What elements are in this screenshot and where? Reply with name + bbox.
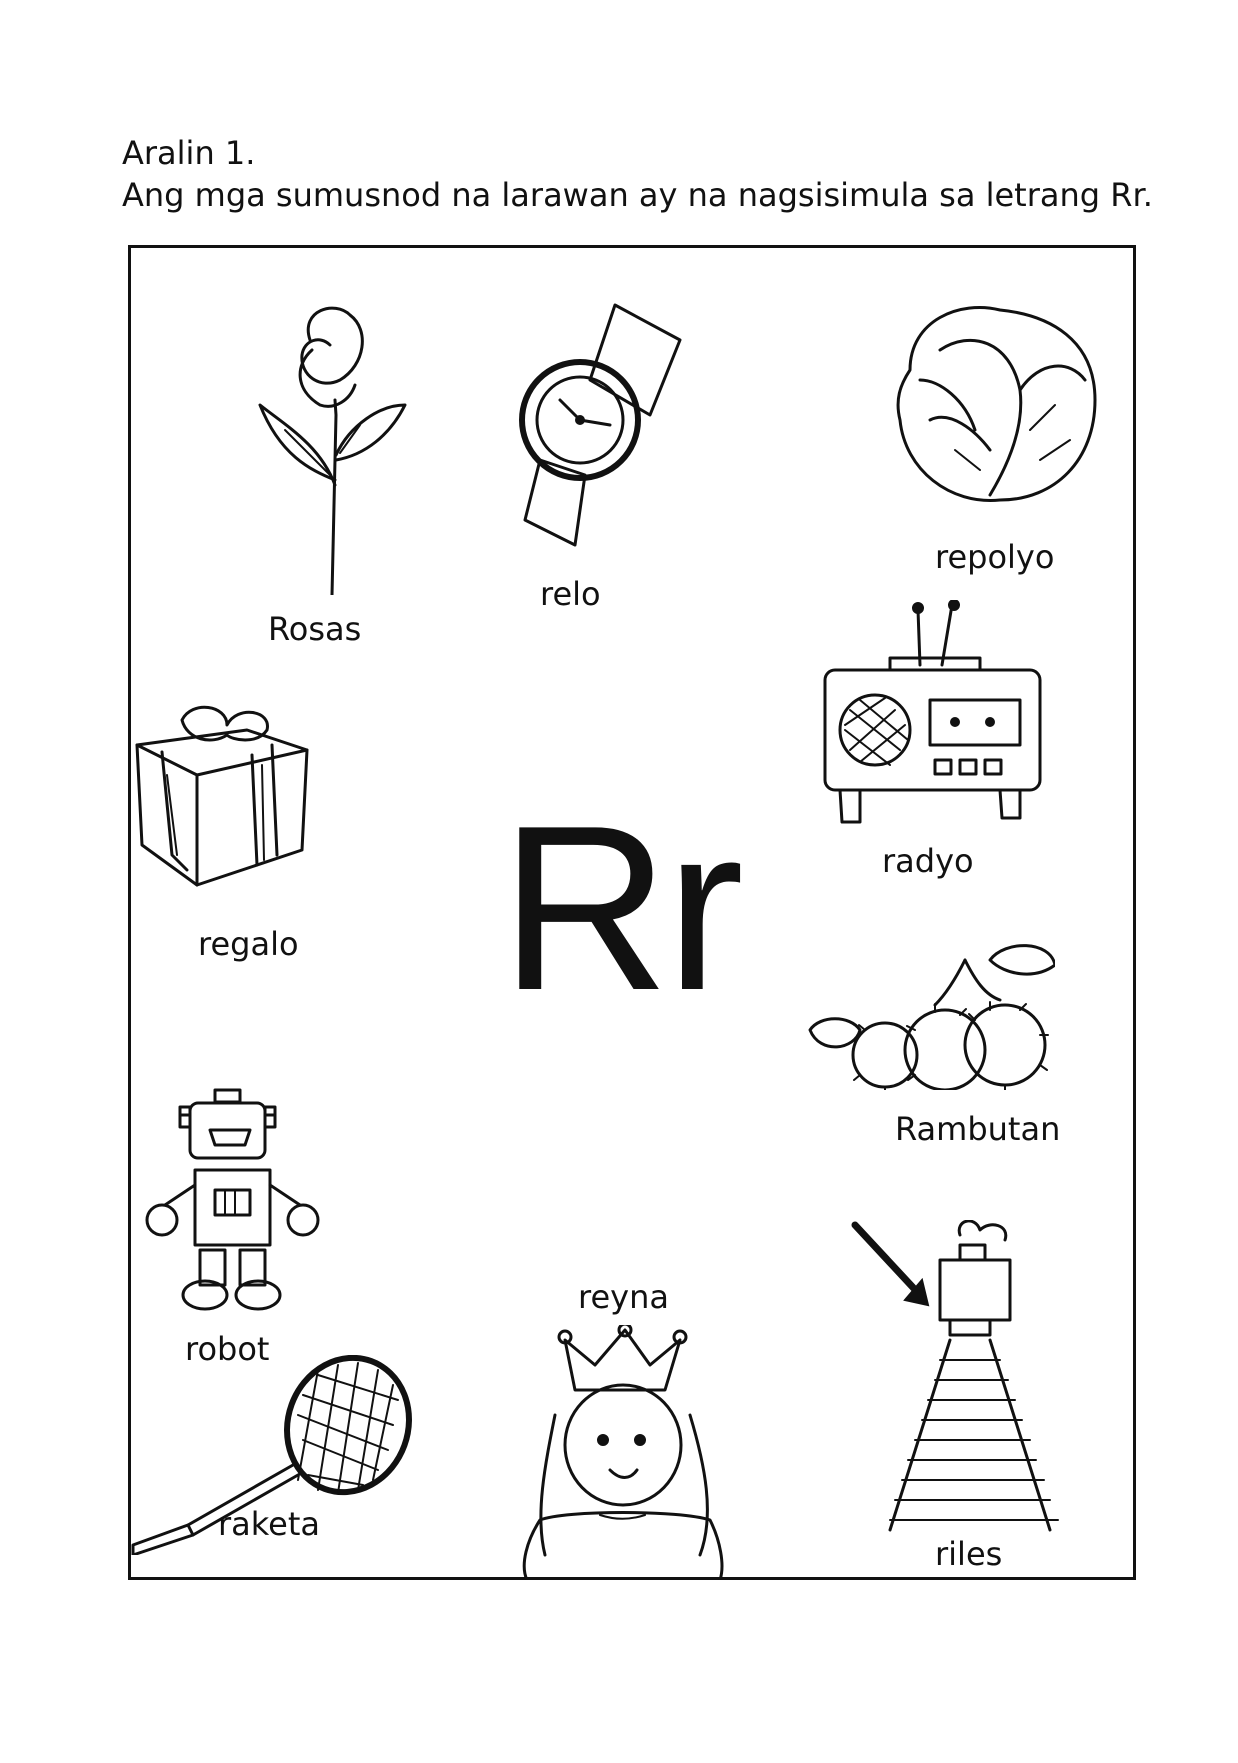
- radio-icon: [823, 600, 1042, 824]
- lesson-instruction: Ang mga sumusnod na larawan ay na nagsis…: [122, 176, 1153, 214]
- queen-label: reyna: [578, 1278, 669, 1316]
- rambutan-label: Rambutan: [895, 1110, 1061, 1148]
- robot-icon: [145, 1088, 320, 1311]
- rails-label: riles: [935, 1535, 1003, 1573]
- gift-label: regalo: [198, 925, 299, 963]
- cabbage-label: repolyo: [935, 538, 1055, 576]
- radio-label: radyo: [882, 842, 974, 880]
- watch-icon: [519, 303, 682, 547]
- rails-icon: [851, 1220, 1059, 1532]
- cabbage-icon: [896, 306, 1097, 502]
- center-letter: Rr: [500, 776, 744, 1039]
- rambutan-icon: [808, 944, 1055, 1090]
- racket-label: raketa: [218, 1505, 320, 1543]
- lesson-header: Aralin 1. Ang mga sumusnod na larawan ay…: [122, 132, 1153, 216]
- queen-icon: [522, 1325, 724, 1580]
- rose-icon: [258, 306, 407, 595]
- lesson-title: Aralin 1.: [122, 134, 256, 172]
- watch-label: relo: [540, 575, 601, 613]
- rose-label: Rosas: [268, 610, 362, 648]
- gift-icon: [135, 705, 309, 887]
